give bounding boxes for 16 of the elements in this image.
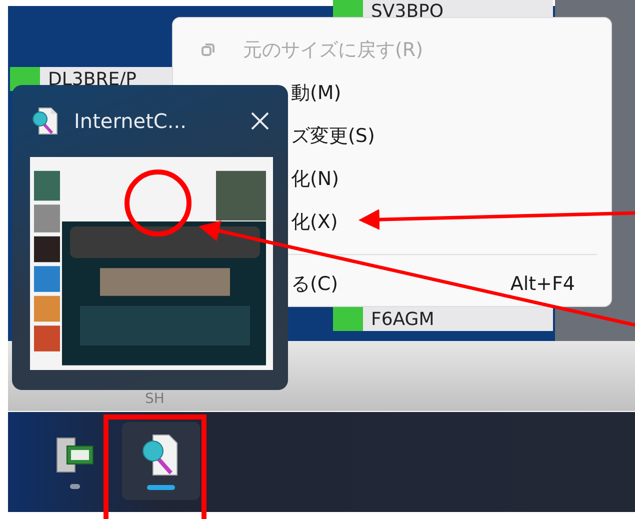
- status-label: SH: [145, 391, 164, 407]
- menu-item[interactable]: ズ変更(S): [291, 114, 611, 158]
- menu-item[interactable]: 化(N): [291, 158, 611, 201]
- callsign-label: F6AGM: [370, 308, 434, 330]
- callsign-label: SV3BPO: [370, 0, 444, 22]
- document-search-icon: [30, 106, 60, 136]
- window-preview[interactable]: InternetC...: [12, 85, 288, 390]
- menu-item[interactable]: 化(X): [291, 200, 611, 244]
- menu-item[interactable]: 動(M): [291, 71, 611, 114]
- window-title: InternetC...: [74, 108, 188, 133]
- menu-item[interactable]: る(C) Alt+F4: [291, 262, 611, 306]
- taskbar-app[interactable]: [122, 422, 200, 500]
- running-indicator: [70, 484, 80, 488]
- restore-icon: [201, 42, 215, 57]
- close-icon[interactable]: [250, 110, 270, 131]
- running-indicator: [147, 484, 175, 490]
